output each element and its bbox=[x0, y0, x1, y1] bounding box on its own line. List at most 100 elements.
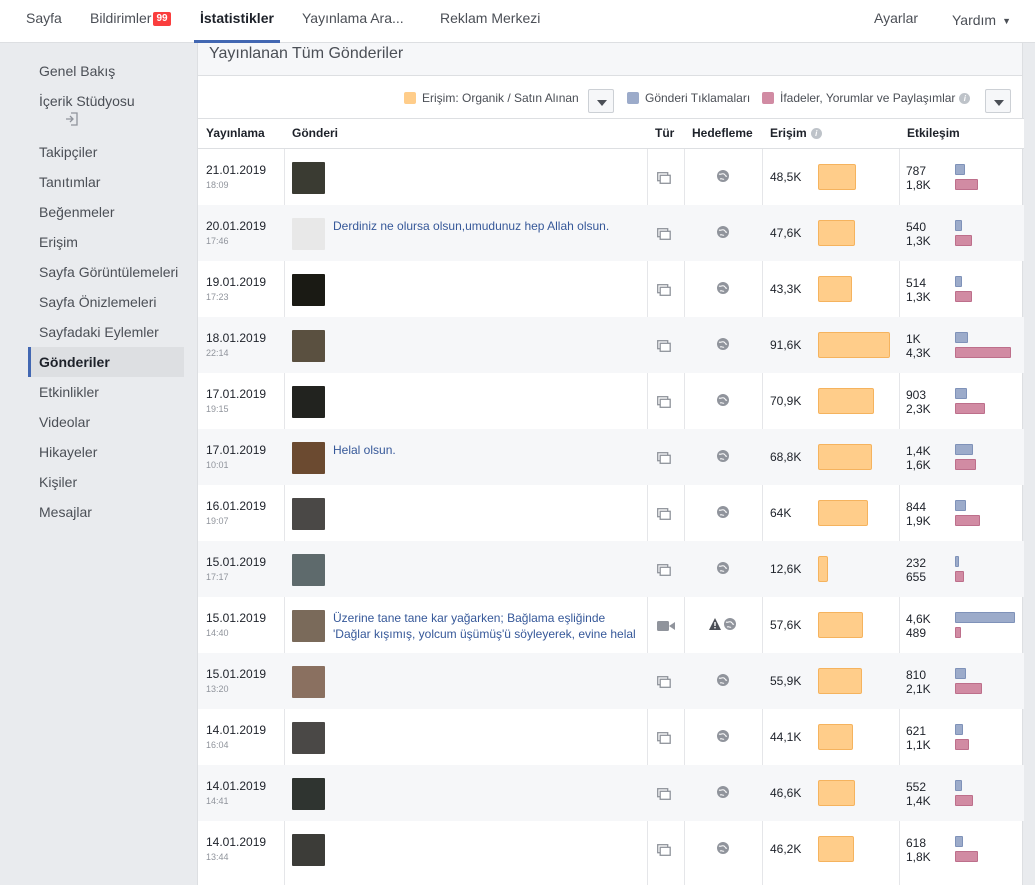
engagement-options-dropdown[interactable] bbox=[985, 89, 1011, 113]
post-time: 17:23 bbox=[206, 292, 229, 302]
reactions-bar bbox=[955, 795, 973, 806]
table-row[interactable]: 18.01.2019 22:14 91,6K 1K 4,3K bbox=[198, 317, 1024, 373]
sidebar-item-messages[interactable]: Mesajlar bbox=[28, 497, 184, 527]
photo-icon bbox=[657, 563, 671, 576]
clicks-bar bbox=[955, 724, 963, 735]
table-row[interactable]: 15.01.2019 14:40 Üzerine tane tane kar yağ… bbox=[198, 597, 1024, 653]
reactions-value: 1,4K bbox=[906, 794, 931, 808]
photo-icon bbox=[657, 227, 671, 240]
post-thumbnail[interactable] bbox=[292, 162, 325, 194]
table-row[interactable]: 17.01.2019 19:15 70,9K 903 2,3K bbox=[198, 373, 1024, 429]
post-link[interactable]: Derdiniz ne olursa olsun,umudunuz hep Al… bbox=[333, 218, 643, 234]
reach-value: 46,6K bbox=[770, 786, 802, 800]
post-date: 14.01.2019 bbox=[206, 779, 267, 793]
sidebar-item-events[interactable]: Etkinlikler bbox=[28, 377, 184, 407]
clicks-value: 844 bbox=[906, 500, 927, 514]
post-thumbnail[interactable] bbox=[292, 386, 325, 418]
clicks-value: 787 bbox=[906, 164, 927, 178]
legend-clicks: Gönderi Tıklamaları bbox=[627, 90, 750, 112]
reach-options-dropdown[interactable] bbox=[588, 89, 614, 113]
post-thumbnail[interactable] bbox=[292, 610, 325, 642]
post-thumbnail[interactable] bbox=[292, 554, 325, 586]
table-row[interactable]: 14.01.2019 13:44 46,2K 618 1,8K bbox=[198, 821, 1024, 877]
post-thumbnail[interactable] bbox=[292, 778, 325, 810]
sidebar-item-followers[interactable]: Takipçiler bbox=[28, 137, 184, 167]
clicks-bar bbox=[955, 836, 963, 847]
globe-icon bbox=[716, 225, 730, 242]
post-thumbnail[interactable] bbox=[292, 666, 325, 698]
post-thumbnail[interactable] bbox=[292, 442, 325, 474]
globe-icon bbox=[716, 393, 730, 410]
clicks-bar bbox=[955, 500, 966, 511]
reactions-value: 1,8K bbox=[906, 850, 931, 864]
globe-icon bbox=[716, 673, 730, 690]
column-header-reach-label: Erişim bbox=[770, 126, 807, 140]
post-thumbnail[interactable] bbox=[292, 218, 325, 250]
column-header-targeting[interactable]: Hedefleme bbox=[685, 119, 753, 149]
sidebar-item-promotions[interactable]: Tanıtımlar bbox=[28, 167, 184, 197]
column-header-published[interactable]: Yayınlama bbox=[199, 119, 265, 149]
reactions-bar bbox=[955, 235, 972, 246]
photo-icon bbox=[657, 843, 671, 856]
clicks-value: 552 bbox=[906, 780, 927, 794]
clicks-value: 514 bbox=[906, 276, 927, 290]
post-thumbnail[interactable] bbox=[292, 834, 325, 866]
legend-reach: Erişim: Organik / Satın Alınan bbox=[404, 90, 579, 112]
post-date: 15.01.2019 bbox=[206, 555, 267, 569]
post-time: 14:40 bbox=[206, 628, 229, 638]
post-thumbnail[interactable] bbox=[292, 498, 325, 530]
sidebar-item-creator-studio[interactable]: İçerik Stüdyosu bbox=[28, 86, 184, 137]
reach-value: 55,9K bbox=[770, 674, 802, 688]
post-thumbnail[interactable] bbox=[292, 330, 325, 362]
sidebar-item-posts[interactable]: Gönderiler bbox=[28, 347, 184, 377]
table-row[interactable]: 14.01.2019 16:04 44,1K 621 1,1K bbox=[198, 709, 1024, 765]
sidebar-item-likes[interactable]: Beğenmeler bbox=[28, 197, 184, 227]
reach-bar bbox=[818, 836, 854, 862]
nav-tab-ad-center[interactable]: Reklam Merkezi bbox=[440, 0, 540, 43]
table-row[interactable]: 21.01.2019 18:09 48,5K 787 1,8K bbox=[198, 149, 1024, 205]
reactions-bar bbox=[955, 403, 985, 414]
column-header-post[interactable]: Gönderi bbox=[285, 119, 338, 149]
table-row[interactable]: 15.01.2019 17:17 12,6K 232 655 bbox=[198, 541, 1024, 597]
nav-tab-page[interactable]: Sayfa bbox=[26, 0, 62, 43]
sidebar-item-videos[interactable]: Videolar bbox=[28, 407, 184, 437]
reach-bar bbox=[818, 500, 868, 526]
info-icon[interactable]: i bbox=[810, 128, 822, 139]
post-link[interactable]: Üzerine tane tane kar yağarken; Bağlama … bbox=[333, 610, 643, 642]
table-row[interactable]: 20.01.2019 17:46 Derdiniz ne olursa olsun,… bbox=[198, 205, 1024, 261]
reach-bar bbox=[818, 276, 852, 302]
reach-value: 57,6K bbox=[770, 618, 802, 632]
nav-help[interactable]: Yardım ▼ bbox=[952, 2, 1011, 45]
sidebar-item-stories[interactable]: Hikayeler bbox=[28, 437, 184, 467]
post-link[interactable]: Helal olsun. bbox=[333, 442, 643, 458]
post-thumbnail[interactable] bbox=[292, 274, 325, 306]
table-row[interactable]: 15.01.2019 13:20 55,9K 810 2,1K bbox=[198, 653, 1024, 709]
nav-tab-publishing-tools[interactable]: Yayınlama Ara... bbox=[302, 0, 404, 43]
nav-tab-insights[interactable]: İstatistikler bbox=[194, 0, 280, 43]
sidebar-item-reach[interactable]: Erişim bbox=[28, 227, 184, 257]
reactions-bar bbox=[955, 627, 961, 638]
nav-settings[interactable]: Ayarlar bbox=[874, 0, 918, 43]
info-icon[interactable]: i bbox=[959, 93, 971, 104]
column-header-reach[interactable]: Erişim i bbox=[763, 119, 822, 149]
reach-bar bbox=[818, 164, 856, 190]
legend-clicks-label: Gönderi Tıklamaları bbox=[645, 91, 751, 105]
reach-bar bbox=[818, 388, 874, 414]
table-row[interactable]: 14.01.2019 14:41 46,6K 552 1,4K bbox=[198, 765, 1024, 821]
photo-icon bbox=[657, 451, 671, 464]
nav-tab-notifications[interactable]: Bildirimler 99 bbox=[90, 0, 171, 43]
table-row[interactable]: 19.01.2019 17:23 43,3K 514 1,3K bbox=[198, 261, 1024, 317]
notification-count-badge: 99 bbox=[153, 12, 171, 26]
sidebar-item-page-previews[interactable]: Sayfa Önizlemeleri bbox=[28, 287, 184, 317]
table-row[interactable]: 16.01.2019 19:07 64K 844 1,9K bbox=[198, 485, 1024, 541]
column-header-type[interactable]: Tür bbox=[648, 119, 674, 149]
post-thumbnail[interactable] bbox=[292, 722, 325, 754]
table-row[interactable]: 17.01.2019 10:01 Helal olsun. 68,8K 1,4K 1,6K bbox=[198, 429, 1024, 485]
clicks-value: 1,4K bbox=[906, 444, 931, 458]
sidebar-item-page-views[interactable]: Sayfa Görüntülemeleri bbox=[28, 257, 184, 287]
sidebar-item-people[interactable]: Kişiler bbox=[28, 467, 184, 497]
sidebar-item-overview[interactable]: Genel Bakış bbox=[28, 56, 184, 86]
column-header-engagement[interactable]: Etkileşim bbox=[900, 119, 960, 149]
globe-icon bbox=[716, 281, 730, 298]
sidebar-item-actions-on-page[interactable]: Sayfadaki Eylemler bbox=[28, 317, 184, 347]
